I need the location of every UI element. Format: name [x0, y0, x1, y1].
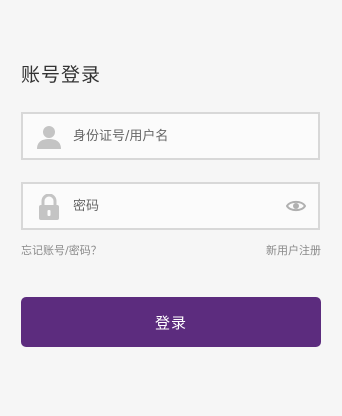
- username-input[interactable]: [73, 114, 273, 158]
- forgot-account-link[interactable]: 忘记账号/密码？: [21, 242, 102, 258]
- login-title: 账号登录: [21, 64, 102, 86]
- register-link[interactable]: 新用户注册: [266, 242, 321, 258]
- eye-icon[interactable]: [286, 199, 306, 213]
- login-button[interactable]: 登录: [21, 297, 321, 347]
- password-field[interactable]: [21, 182, 320, 230]
- login-form: 账号登录 忘记账号/密码？ 新用户注册 登录: [0, 0, 342, 416]
- lock-icon: [39, 194, 59, 220]
- user-icon: [37, 126, 61, 149]
- username-field[interactable]: [21, 112, 320, 160]
- password-input[interactable]: [73, 184, 273, 228]
